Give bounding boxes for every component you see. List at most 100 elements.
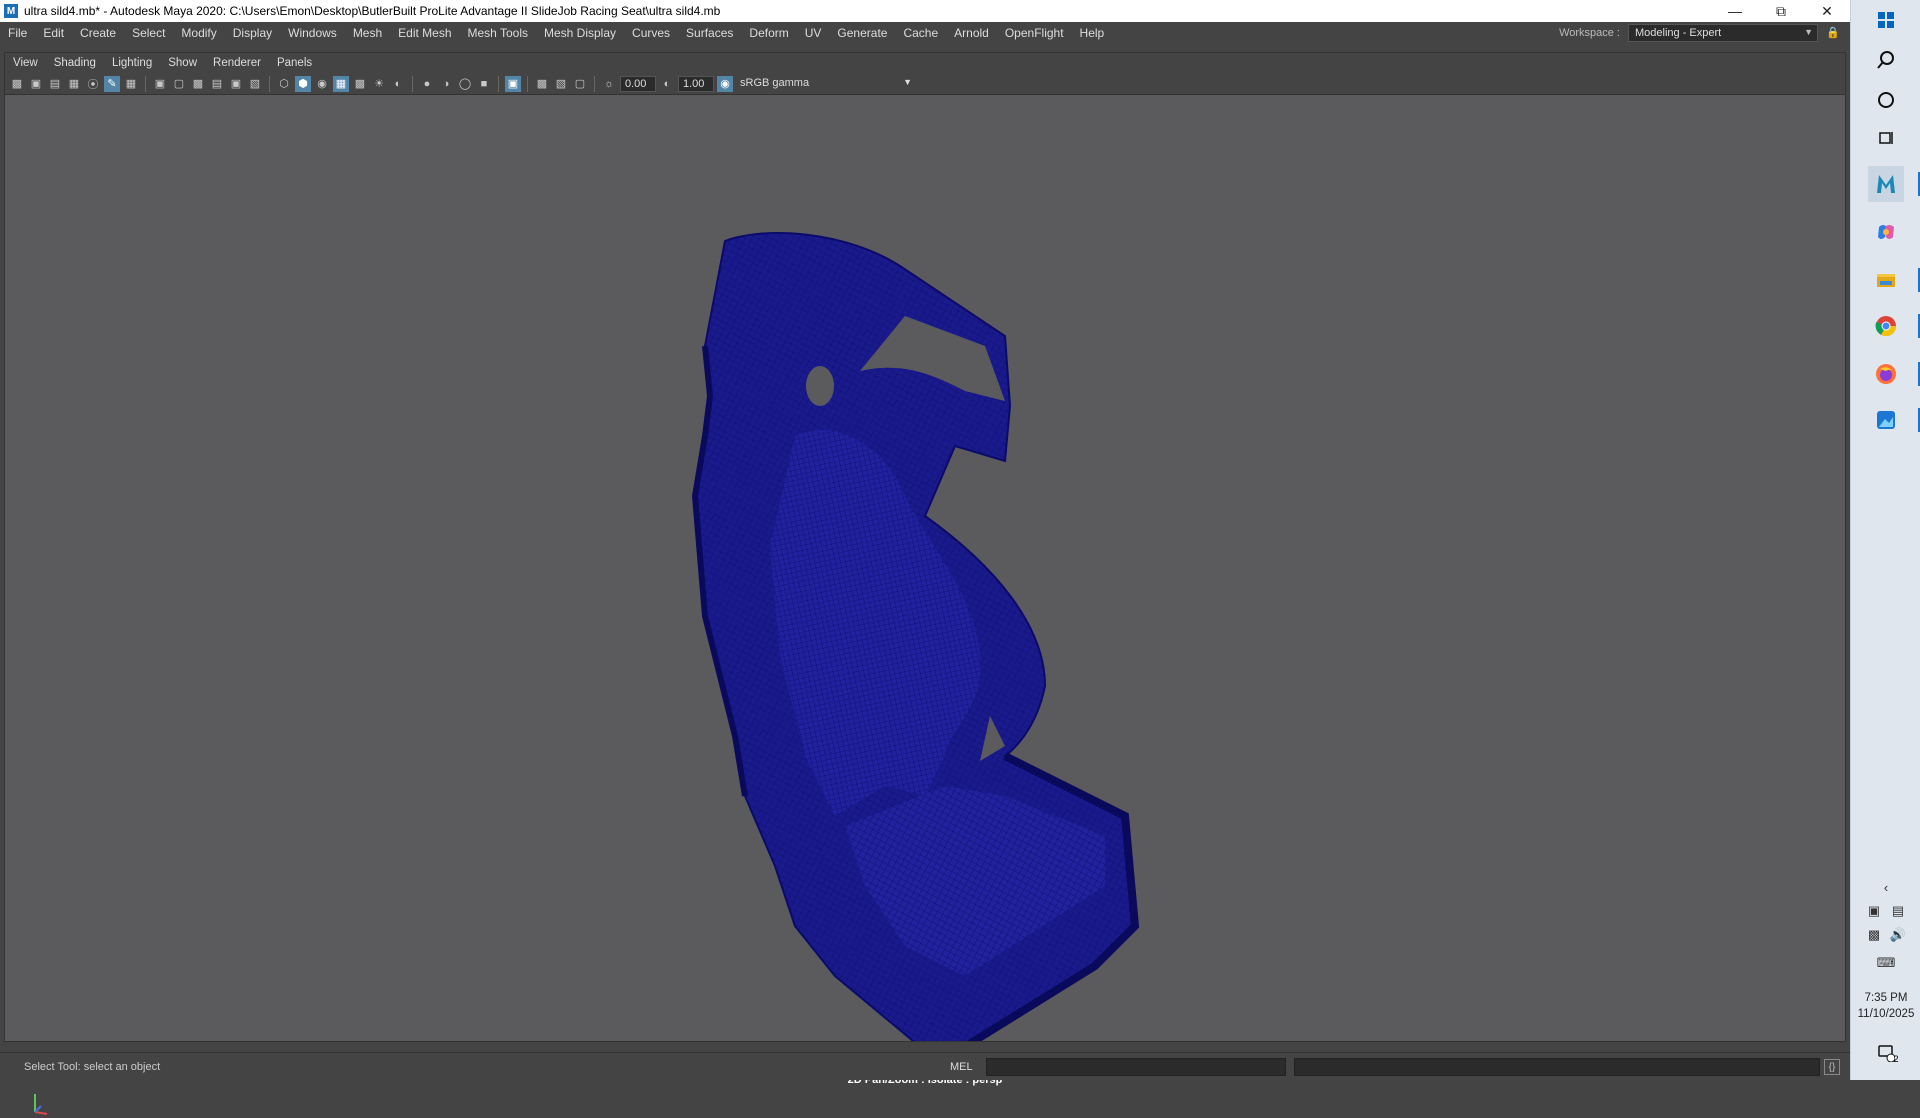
gamma-icon[interactable]: ◐ (659, 76, 675, 92)
menu-curves[interactable]: Curves (624, 26, 678, 40)
menu-deform[interactable]: Deform (741, 26, 796, 40)
display-icon[interactable]: ▤ (1889, 902, 1907, 920)
speaker-icon[interactable]: 🔊 (1889, 926, 1907, 944)
perspective-viewport[interactable]: View Shading Lighting Show Renderer Pane… (4, 52, 1847, 1115)
lock-icon[interactable]: 🔒 (1826, 26, 1840, 40)
menu-mesh[interactable]: Mesh (345, 26, 390, 40)
film-gate-icon[interactable]: ▣ (152, 76, 168, 92)
xray-icon[interactable]: ▩ (534, 76, 550, 92)
view-transform-dropdown[interactable]: sRGB gamma ▼ (736, 75, 916, 92)
close-button[interactable]: ✕ (1804, 0, 1850, 22)
menu-display[interactable]: Display (225, 26, 280, 40)
smooth-shade-icon[interactable]: ⬢ (295, 75, 311, 92)
command-language-toggle[interactable]: MEL (950, 1061, 973, 1073)
maya-logo-icon: M (4, 4, 18, 18)
wireframe-icon[interactable]: ⬡ (276, 76, 292, 92)
panel-menu-view[interactable]: View (5, 57, 46, 69)
menu-openflight[interactable]: OpenFlight (997, 26, 1072, 40)
menu-modify[interactable]: Modify (173, 26, 224, 40)
file-explorer-icon[interactable] (1868, 262, 1920, 298)
taskbar-time[interactable]: 7:35 PM (1851, 992, 1920, 1004)
task-view-icon[interactable] (1868, 120, 1904, 156)
window-title: ultra sild4.mb* - Autodesk Maya 2020: C:… (24, 4, 721, 18)
minimize-button[interactable]: — (1712, 0, 1758, 22)
firefox-icon[interactable] (1868, 356, 1920, 392)
gate-mask-icon[interactable]: ▩ (190, 76, 206, 92)
menu-cache[interactable]: Cache (895, 26, 946, 40)
motion-blur-icon[interactable]: ◑ (438, 76, 454, 92)
script-editor-icon[interactable]: {} (1824, 1059, 1840, 1075)
windows-start-icon[interactable] (1868, 2, 1904, 38)
menu-edit[interactable]: Edit (35, 26, 72, 40)
menu-mesh-tools[interactable]: Mesh Tools (460, 26, 536, 40)
keyboard-icon[interactable]: ⌨ (1877, 954, 1896, 972)
resolution-gate-icon[interactable]: ▢ (171, 76, 187, 92)
field-chart-icon[interactable]: ▤ (209, 76, 225, 92)
shadows-icon[interactable]: ◐ (390, 76, 406, 92)
panel-menu-bar: View Shading Lighting Show Renderer Pane… (5, 53, 1845, 73)
search-icon[interactable] (1868, 42, 1904, 78)
photos-icon[interactable] (1868, 402, 1920, 438)
cortana-icon[interactable] (1868, 82, 1904, 118)
menu-create[interactable]: Create (72, 26, 124, 40)
exposure-icon[interactable]: ☼ (601, 76, 617, 92)
twod-pan-zoom-icon[interactable]: ⦿ (85, 76, 101, 92)
grease-pencil-icon[interactable]: ✎ (104, 75, 120, 92)
chevron-left-icon[interactable]: ‹ (1877, 878, 1895, 896)
camera-attributes-icon[interactable]: ▣ (28, 76, 44, 92)
chrome-icon[interactable] (1868, 308, 1920, 344)
menu-arnold[interactable]: Arnold (946, 26, 997, 40)
panel-menu-renderer[interactable]: Renderer (205, 57, 269, 69)
exposure-field[interactable]: 0.00 (620, 75, 656, 92)
title-bar: M ultra sild4.mb* - Autodesk Maya 2020: … (0, 0, 1850, 22)
use-all-lights-icon[interactable]: ☀ (371, 76, 387, 92)
xray-active-icon[interactable]: ▧ (553, 76, 569, 92)
menu-file[interactable]: File (0, 26, 35, 40)
maya-window: M ultra sild4.mb* - Autodesk Maya 2020: … (0, 0, 1850, 1115)
screen-space-ao-icon[interactable]: ● (419, 76, 435, 92)
maya-icon[interactable] (1868, 166, 1920, 202)
panel-menu-shading[interactable]: Shading (46, 57, 104, 69)
chevron-down-icon: ▼ (903, 76, 912, 87)
command-result-field (1294, 1058, 1820, 1076)
chevron-down-icon: ▼ (1804, 27, 1813, 37)
workspace-selector: Workspace : Modeling - Expert ▼ 🔒 (1559, 24, 1840, 42)
textured-icon[interactable]: ▩ (352, 76, 368, 92)
gamma-field[interactable]: 1.00 (678, 75, 714, 92)
racing-seat-mesh[interactable] (5, 96, 1847, 1060)
panel-menu-lighting[interactable]: Lighting (104, 57, 160, 69)
xray-joints-icon[interactable]: ▢ (572, 76, 588, 92)
taskbar-date[interactable]: 11/10/2025 (1851, 1008, 1920, 1020)
restore-button[interactable]: ⧉ (1758, 0, 1804, 22)
menu-edit-mesh[interactable]: Edit Mesh (390, 26, 459, 40)
menu-mesh-display[interactable]: Mesh Display (536, 26, 624, 40)
menu-uv[interactable]: UV (797, 26, 830, 40)
wireframe-on-shaded-icon[interactable]: ▦ (333, 75, 349, 92)
command-input[interactable] (986, 1058, 1286, 1076)
copilot-icon[interactable] (1868, 214, 1904, 250)
bookmark-icon[interactable]: ▤ (47, 76, 63, 92)
grid-icon[interactable]: ▦ (123, 76, 139, 92)
panel-menu-panels[interactable]: Panels (269, 57, 320, 69)
battery-icon[interactable]: ▩ (1865, 926, 1883, 944)
network-icon[interactable]: ▣ (1865, 902, 1883, 920)
select-camera-icon[interactable]: ▩ (9, 76, 25, 92)
depth-of-field-icon[interactable]: ■ (476, 76, 492, 92)
default-material-icon[interactable]: ◉ (314, 76, 330, 92)
menu-surfaces[interactable]: Surfaces (678, 26, 741, 40)
image-plane-icon[interactable]: ▦ (66, 76, 82, 92)
menu-help[interactable]: Help (1072, 26, 1113, 40)
workspace-dropdown[interactable]: Modeling - Expert ▼ (1628, 24, 1818, 42)
menu-windows[interactable]: Windows (280, 26, 345, 40)
isolate-select-icon[interactable]: ▣ (505, 75, 521, 92)
anti-aliasing-icon[interactable]: ◯ (457, 76, 473, 92)
view-transform-value: sRGB gamma (740, 76, 810, 89)
safe-title-icon[interactable]: ▧ (247, 76, 263, 92)
safe-action-icon[interactable]: ▣ (228, 76, 244, 92)
panel-menu-show[interactable]: Show (160, 57, 205, 69)
windows-taskbar: ‹ ▣ ▤ ▩ 🔊 ⌨ 7:35 PM 11/10/2025 2 (1850, 0, 1920, 1080)
viewport-canvas[interactable]: 2D Pan/Zoom : Isolate : persp (5, 96, 1847, 1115)
color-management-icon[interactable]: ◉ (717, 75, 733, 92)
menu-select[interactable]: Select (124, 26, 173, 40)
menu-generate[interactable]: Generate (829, 26, 895, 40)
